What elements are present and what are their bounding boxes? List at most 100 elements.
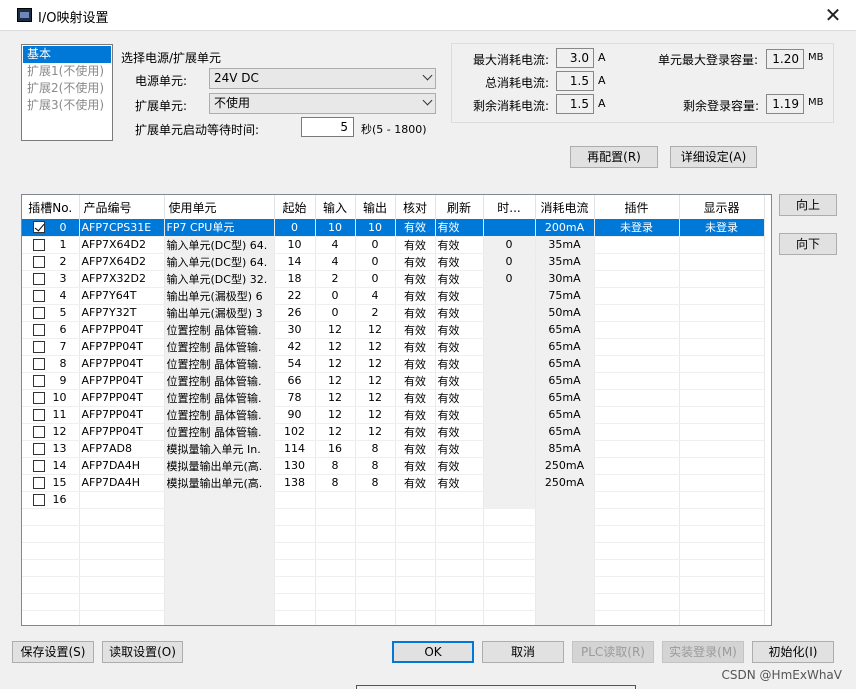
cell-start: 0 (274, 219, 316, 237)
slot-checkbox[interactable] (33, 323, 45, 336)
real-login-button[interactable]: 实装登录(M) (662, 641, 744, 663)
nav-item-ext3[interactable]: 扩展3(不使用) (23, 97, 111, 114)
column-header[interactable]: 消耗电流 (535, 195, 595, 219)
slot-checkbox[interactable] (33, 374, 45, 387)
table-row[interactable]: 13 AFP7AD8 模拟量输入单元 In. 114 16 8 有效 有效 85mA (22, 440, 765, 458)
column-header[interactable]: 核对 (395, 195, 436, 219)
slot-checkbox[interactable] (33, 272, 45, 285)
cell-start: 102 (274, 423, 316, 441)
slot-checkbox[interactable] (33, 425, 45, 438)
slot-checkbox[interactable] (33, 289, 45, 302)
empty-cell (315, 525, 356, 543)
table-row[interactable]: 14 AFP7DA4H 模拟量输出单元(高. 130 8 8 有效 有效 250mA (22, 457, 765, 475)
slot-checkbox[interactable] (33, 306, 45, 319)
chevron-down-icon (422, 70, 433, 81)
slot-checkbox[interactable] (33, 340, 45, 353)
column-header[interactable]: 刷新 (435, 195, 484, 219)
move-down-button[interactable]: 向下 (779, 233, 837, 255)
column-header[interactable]: 起始 (274, 195, 316, 219)
cell-unit: 模拟量输入单元 In. (164, 440, 275, 458)
table-row[interactable]: 15 AFP7DA4H 模拟量输出单元(高. 138 8 8 有效 有效 250mA (22, 474, 765, 492)
column-header[interactable]: 时... (483, 195, 536, 219)
column-header[interactable]: 输出 (355, 195, 396, 219)
plc-read-button[interactable]: PLC读取(R) (572, 641, 654, 663)
table-row[interactable]: 11 AFP7PP04T 位置控制 晶体管输. 90 12 12 有效 有效 65mA (22, 406, 765, 424)
cell-current: 65mA (535, 406, 595, 424)
table-row[interactable]: 3 AFP7X32D2 输入单元(DC型) 32. 18 2 0 有效 有效 0 30mA (22, 270, 765, 288)
wait-time-input[interactable]: 5 (301, 117, 354, 137)
table-row[interactable]: 1 AFP7X64D2 输入单元(DC型) 64. 10 4 0 有效 有效 0 35mA (22, 236, 765, 254)
io-map-table[interactable]: 插槽No. 产品编号 使用单元 起始 输入 输出 核对 刷新 时... 消耗电流 插件 显示器 0 AF… (21, 194, 772, 626)
table-row[interactable]: 16 (22, 491, 765, 509)
slot-checkbox[interactable] (33, 476, 45, 489)
close-button[interactable]: ✕ (820, 3, 846, 27)
table-header: 插槽No. 产品编号 使用单元 起始 输入 输出 核对 刷新 时... 消耗电流 插件 显示器 (22, 195, 765, 219)
table-row[interactable]: 2 AFP7X64D2 输入单元(DC型) 64. 14 4 0 有效 有效 0 35mA (22, 253, 765, 271)
cell-in: 12 (315, 338, 356, 356)
table-row[interactable]: 8 AFP7PP04T 位置控制 晶体管输. 54 12 12 有效 有效 65mA (22, 355, 765, 373)
reconfigure-button[interactable]: 再配置(R) (570, 146, 658, 168)
slot-checkbox[interactable] (33, 493, 45, 506)
cell-refresh: 有效 (435, 236, 484, 254)
ok-button[interactable]: OK (392, 641, 474, 663)
table-row[interactable]: 4 AFP7Y64T 输出单元(漏极型) 6 22 0 4 有效 有效 75mA (22, 287, 765, 305)
move-up-button[interactable]: 向上 (779, 194, 837, 216)
power-unit-select[interactable]: 24V DC (209, 68, 436, 89)
empty-cell (79, 610, 165, 625)
cell-time (483, 287, 536, 305)
slot-checkbox[interactable] (33, 255, 45, 268)
slot-checkbox[interactable] (33, 221, 45, 234)
cell-refresh: 有效 (435, 219, 484, 237)
column-header[interactable]: 显示器 (679, 195, 765, 219)
cell-display (679, 457, 765, 475)
table-row[interactable]: 5 AFP7Y32T 输出单元(漏极型) 3 26 0 2 有效 有效 50mA (22, 304, 765, 322)
empty-cell (315, 542, 356, 560)
empty-cell (535, 559, 595, 577)
initialize-button[interactable]: 初始化(I) (752, 641, 834, 663)
table-row[interactable]: 12 AFP7PP04T 位置控制 晶体管输. 102 12 12 有效 有效 65mA (22, 423, 765, 441)
slot-number: 12 (52, 425, 67, 438)
column-header[interactable]: 插槽No. (22, 195, 80, 219)
empty-cell (274, 610, 316, 625)
table-row[interactable]: 7 AFP7PP04T 位置控制 晶体管输. 42 12 12 有效 有效 65mA (22, 338, 765, 356)
cell-time (483, 321, 536, 339)
load-settings-button[interactable]: 读取设置(O) (102, 641, 183, 663)
nav-item-ext2[interactable]: 扩展2(不使用) (23, 80, 111, 97)
cell-time: 0 (483, 236, 536, 254)
table-row[interactable]: 6 AFP7PP04T 位置控制 晶体管输. 30 12 12 有效 有效 65mA (22, 321, 765, 339)
column-header[interactable]: 产品编号 (79, 195, 165, 219)
nav-item-ext1[interactable]: 扩展1(不使用) (23, 63, 111, 80)
slot-checkbox[interactable] (33, 459, 45, 472)
slot-number: 9 (59, 374, 67, 387)
cell-unit: 位置控制 晶体管输. (164, 389, 275, 407)
empty-row (22, 610, 765, 625)
column-header[interactable]: 输入 (315, 195, 356, 219)
slot-checkbox[interactable] (33, 391, 45, 404)
cancel-button[interactable]: 取消 (482, 641, 564, 663)
ext-unit-select[interactable]: 不使用 (209, 93, 436, 114)
cell-start: 66 (274, 372, 316, 390)
column-header[interactable]: 使用单元 (164, 195, 275, 219)
table-row[interactable]: 10 AFP7PP04T 位置控制 晶体管输. 78 12 12 有效 有效 65mA (22, 389, 765, 407)
slot-checkbox[interactable] (33, 442, 45, 455)
cell-check: 有效 (395, 304, 436, 322)
empty-cell (395, 508, 436, 526)
slot-cell: 13 (22, 440, 80, 458)
cell-current (535, 491, 595, 509)
empty-cell (274, 508, 316, 526)
save-settings-button[interactable]: 保存设置(S) (12, 641, 94, 663)
empty-cell (679, 559, 765, 577)
empty-cell (22, 525, 80, 543)
power-unit-value: 24V DC (214, 71, 259, 85)
slot-checkbox[interactable] (33, 357, 45, 370)
slot-checkbox[interactable] (33, 408, 45, 421)
expansion-nav-list[interactable]: 基本 扩展1(不使用) 扩展2(不使用) 扩展3(不使用) (21, 44, 113, 141)
cell-plugin (594, 355, 680, 373)
cell-plugin (594, 440, 680, 458)
table-row[interactable]: 9 AFP7PP04T 位置控制 晶体管输. 66 12 12 有效 有效 65mA (22, 372, 765, 390)
nav-item-basic[interactable]: 基本 (23, 46, 111, 63)
detail-settings-button[interactable]: 详细设定(A) (670, 146, 757, 168)
column-header[interactable]: 插件 (594, 195, 680, 219)
table-row[interactable]: 0 AFP7CPS31E FP7 CPU单元 0 10 10 有效 有效 200mA 未登录 未登录 (22, 219, 765, 237)
slot-checkbox[interactable] (33, 238, 45, 251)
